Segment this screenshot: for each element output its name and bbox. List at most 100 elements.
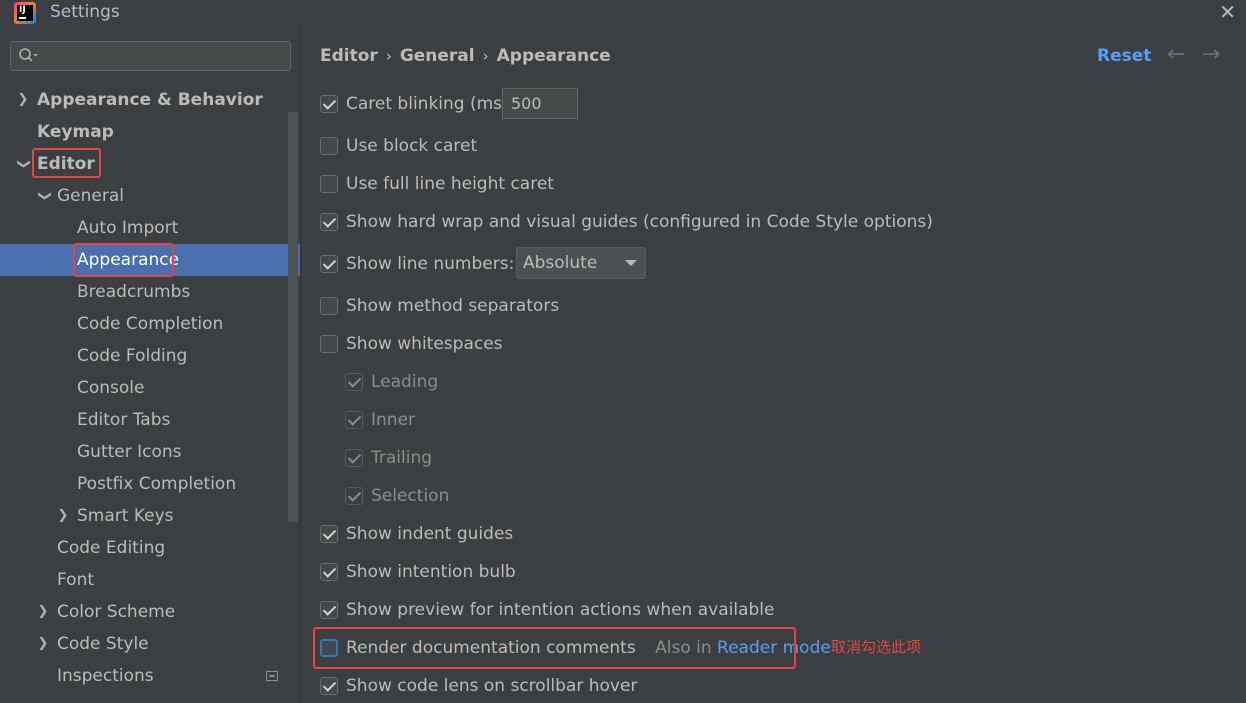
selection-checkbox[interactable] <box>345 487 363 505</box>
tree-item-console[interactable]: Console <box>0 372 300 404</box>
highlight-box-render-docs <box>313 627 796 669</box>
breadcrumb-item: Editor <box>320 46 378 66</box>
tree-item-postfix-completion[interactable]: Postfix Completion <box>0 468 300 500</box>
whitespaces-checkbox[interactable] <box>320 335 338 353</box>
indent-guides-checkbox[interactable] <box>320 525 338 543</box>
chevron-right-icon[interactable]: ❯ <box>36 596 50 628</box>
preview-intention-checkbox[interactable] <box>320 601 338 619</box>
tree-item-label: Code Editing <box>57 538 166 558</box>
chevron-right-icon[interactable]: ❯ <box>56 500 70 532</box>
option-hard-wrap: Show hard wrap and visual guides (config… <box>320 209 933 235</box>
tree-item-breadcrumbs[interactable]: Breadcrumbs <box>0 276 300 308</box>
line-numbers-checkbox[interactable] <box>320 255 338 273</box>
caret-blinking-input[interactable]: 500 <box>502 88 578 119</box>
option-label: Show hard wrap and visual guides (config… <box>346 212 933 232</box>
tree-item-code-completion[interactable]: Code Completion <box>0 308 300 340</box>
option-label: Caret blinking (ms): <box>346 94 515 114</box>
project-settings-icon <box>266 671 278 681</box>
intention-bulb-checkbox[interactable] <box>320 563 338 581</box>
annotation-note: 取消勾选此项 <box>831 638 922 656</box>
tree-item-label: Code Style <box>57 634 149 654</box>
option-label: Show intention bulb <box>346 562 516 582</box>
option-indent-guides: Show indent guides <box>320 521 620 547</box>
reset-button[interactable]: Reset <box>1097 46 1151 66</box>
tree-item-editor-tabs[interactable]: Editor Tabs <box>0 404 300 436</box>
option-label: Trailing <box>371 448 433 468</box>
settings-content: Editor › General › Appearance Reset ← → Care… <box>300 28 1246 703</box>
option-selection: Selection <box>345 483 545 509</box>
breadcrumb-item: General <box>399 46 475 66</box>
tree-item-label: Editor Tabs <box>77 410 171 430</box>
tree-item-label: Code Folding <box>77 346 188 366</box>
tree-item-label: Code Completion <box>77 314 224 334</box>
chevron-right-icon[interactable]: ❯ <box>36 628 50 660</box>
highlight-box-appearance <box>73 243 174 277</box>
option-inner: Inner <box>345 407 545 433</box>
tree-item-label: Appearance & Behavior <box>37 90 263 110</box>
line-numbers-dropdown[interactable]: Absolute <box>516 247 646 279</box>
leading-checkbox[interactable] <box>345 373 363 391</box>
tree-item-color-scheme[interactable]: ❯ Color Scheme <box>0 596 300 628</box>
option-block-caret: Use block caret <box>320 133 620 159</box>
title-bar: IJ Settings ✕ <box>0 0 1246 26</box>
dropdown-arrow-icon <box>625 260 637 266</box>
tree-item-code-style[interactable]: ❯ Code Style <box>0 628 300 660</box>
option-label: Inner <box>371 410 416 430</box>
chevron-down-icon[interactable]: ❯ <box>28 189 60 203</box>
option-method-separators: Show method separators <box>320 293 620 319</box>
forward-arrow-icon[interactable]: → <box>1202 42 1220 67</box>
option-label: Selection <box>371 486 450 506</box>
option-label: Use block caret <box>346 136 478 156</box>
block-caret-checkbox[interactable] <box>320 137 338 155</box>
tree-item-label: Gutter Icons <box>77 442 182 462</box>
option-label: Use full line height caret <box>346 174 554 194</box>
option-label: Show line numbers: <box>346 254 515 274</box>
tree-item-label: Inspections <box>57 666 154 686</box>
option-line-numbers: Show line numbers: Absolute <box>320 247 660 279</box>
settings-sidebar: ❯ Appearance & Behavior Keymap ❯ Editor … <box>0 28 300 703</box>
search-input[interactable] <box>45 45 285 67</box>
breadcrumb-separator-icon: › <box>482 47 489 65</box>
breadcrumb: Editor › General › Appearance <box>320 46 611 66</box>
sidebar-scrollbar[interactable] <box>288 112 298 522</box>
tree-item-keymap[interactable]: Keymap <box>0 116 300 148</box>
tree-item-gutter-icons[interactable]: Gutter Icons <box>0 436 300 468</box>
tree-item-label: Font <box>57 570 95 590</box>
tree-item-label: Postfix Completion <box>77 474 237 494</box>
tree-item-code-editing[interactable]: Code Editing <box>0 532 300 564</box>
option-preview-intention: Show preview for intention actions when … <box>320 597 820 623</box>
tree-item-label: Smart Keys <box>77 506 174 526</box>
breadcrumb-item: Appearance <box>496 46 611 66</box>
caret-blinking-checkbox[interactable] <box>320 95 338 113</box>
tree-item-code-folding[interactable]: Code Folding <box>0 340 300 372</box>
method-separators-checkbox[interactable] <box>320 297 338 315</box>
tree-item-smart-keys[interactable]: ❯ Smart Keys <box>0 500 300 532</box>
option-trailing: Trailing <box>345 445 545 471</box>
tree-item-label: Auto Import <box>77 218 179 238</box>
inner-checkbox[interactable] <box>345 411 363 429</box>
tree-item-label: Console <box>77 378 145 398</box>
option-caret-blinking: Caret blinking (ms): 500 <box>320 88 620 119</box>
back-arrow-icon[interactable]: ← <box>1167 42 1185 67</box>
search-field[interactable] <box>10 41 291 71</box>
tree-item-label: Keymap <box>37 122 114 142</box>
code-lens-checkbox[interactable] <box>320 677 338 695</box>
option-label: Show whitespaces <box>346 334 503 354</box>
option-intention-bulb: Show intention bulb <box>320 559 620 585</box>
tree-item-font[interactable]: Font <box>0 564 300 596</box>
tree-item-appearance-behavior[interactable]: ❯ Appearance & Behavior <box>0 84 300 116</box>
window-title: Settings <box>50 2 120 22</box>
dropdown-value: Absolute <box>523 253 598 273</box>
tree-item-label: Color Scheme <box>57 602 176 622</box>
full-line-caret-checkbox[interactable] <box>320 175 338 193</box>
tree-item-inspections[interactable]: Inspections <box>0 660 300 692</box>
option-label: Show preview for intention actions when … <box>346 600 775 620</box>
tree-item-general[interactable]: ❯ General <box>0 180 300 212</box>
hard-wrap-checkbox[interactable] <box>320 213 338 231</box>
trailing-checkbox[interactable] <box>345 449 363 467</box>
close-icon[interactable]: ✕ <box>1219 0 1236 24</box>
option-label: Show indent guides <box>346 524 514 544</box>
option-leading: Leading <box>345 369 545 395</box>
tree-item-auto-import[interactable]: Auto Import <box>0 212 300 244</box>
chevron-right-icon[interactable]: ❯ <box>16 84 30 116</box>
